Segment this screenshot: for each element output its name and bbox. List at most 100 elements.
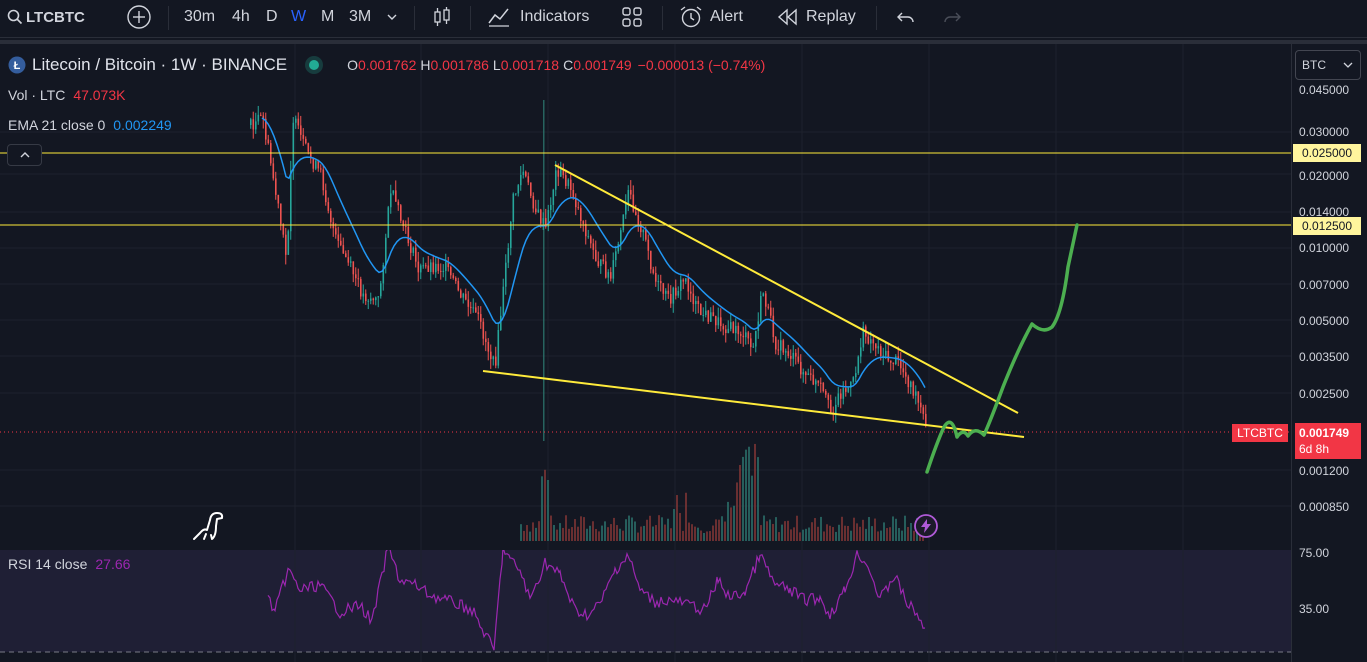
volume-bar bbox=[541, 476, 543, 541]
candle-body bbox=[277, 194, 280, 204]
alert-icon bbox=[680, 6, 702, 28]
close-value: 0.001749 bbox=[573, 57, 632, 73]
symbol-price-tag: LTCBTC bbox=[1232, 424, 1288, 442]
candle-body bbox=[855, 373, 857, 378]
volume-bar bbox=[616, 525, 618, 541]
chart-type-button[interactable] bbox=[430, 0, 454, 34]
collapse-legend-button[interactable] bbox=[7, 144, 42, 166]
candle-body bbox=[582, 221, 585, 224]
volume-bar bbox=[844, 525, 846, 541]
volume-bar bbox=[649, 515, 651, 541]
volume-bar bbox=[880, 530, 882, 541]
ema-legend[interactable]: EMA 21 close 0 0.002249 bbox=[8, 117, 172, 133]
replay-button[interactable]: Replay bbox=[776, 0, 856, 34]
candle-body bbox=[512, 193, 515, 222]
candle-body bbox=[907, 376, 910, 388]
chart-title[interactable]: Litecoin / Bitcoin · 1W · BINANCE bbox=[32, 55, 287, 75]
timeframe-3m[interactable]: 3M bbox=[349, 0, 371, 34]
candle-body bbox=[350, 261, 352, 263]
candle-body bbox=[387, 207, 390, 238]
volume-bar bbox=[715, 519, 717, 541]
lightning-icon[interactable] bbox=[913, 513, 939, 539]
candle-body bbox=[635, 211, 637, 215]
candle-body bbox=[380, 283, 382, 297]
candle-body bbox=[520, 175, 522, 186]
currency-select[interactable]: BTC bbox=[1295, 50, 1361, 80]
candle-body bbox=[307, 143, 310, 152]
volume-bar bbox=[598, 531, 600, 541]
volume-bar bbox=[718, 519, 720, 541]
candle-body bbox=[557, 170, 560, 177]
timeframe-d[interactable]: D bbox=[266, 0, 278, 34]
indicators-button[interactable]: Indicators bbox=[486, 0, 589, 34]
candle-body bbox=[462, 293, 465, 298]
candle-body bbox=[737, 325, 740, 335]
candle-body bbox=[592, 243, 595, 250]
timeframe-w[interactable]: W bbox=[291, 0, 306, 34]
volume-bar bbox=[817, 526, 819, 541]
rsi-tick: 35.00 bbox=[1299, 602, 1330, 616]
candle-body bbox=[637, 214, 640, 225]
alert-button[interactable]: Alert bbox=[678, 0, 743, 34]
candle-body bbox=[672, 287, 675, 304]
candle-body bbox=[777, 349, 780, 351]
candle-body bbox=[595, 249, 597, 262]
price-chart[interactable] bbox=[0, 44, 1291, 550]
candle-body bbox=[682, 279, 685, 282]
volume-bar bbox=[673, 509, 675, 541]
candle-body bbox=[807, 373, 810, 376]
candle-body bbox=[430, 262, 432, 272]
volume-bar bbox=[583, 517, 585, 541]
symbol-search[interactable]: LTCBTC bbox=[6, 0, 85, 34]
rsi-pane[interactable] bbox=[0, 550, 1291, 662]
last-price-label: 0.001749 6d 8h bbox=[1295, 423, 1361, 459]
add-symbol-button[interactable] bbox=[126, 0, 152, 34]
candle-body bbox=[802, 372, 805, 375]
candle-body bbox=[607, 272, 610, 278]
volume-bar bbox=[532, 522, 534, 541]
candle-body bbox=[305, 138, 307, 144]
volume-bar bbox=[826, 524, 828, 541]
candle-body bbox=[600, 259, 602, 266]
price-tick: 0.010000 bbox=[1299, 241, 1350, 255]
candle-body bbox=[662, 283, 665, 294]
candle-body bbox=[687, 278, 690, 292]
candle-body bbox=[400, 205, 402, 221]
volume-bar bbox=[640, 526, 642, 541]
volume-bar bbox=[562, 527, 564, 541]
candle-body bbox=[727, 328, 730, 334]
candle-body bbox=[470, 306, 472, 308]
candle-body bbox=[360, 279, 362, 297]
open-label: O bbox=[347, 57, 358, 73]
volume-bar bbox=[853, 517, 855, 541]
volume-bar bbox=[847, 525, 849, 541]
candle-body bbox=[472, 307, 475, 309]
candle-body bbox=[467, 299, 470, 307]
candle-body bbox=[390, 193, 392, 208]
volume-bar bbox=[781, 524, 783, 541]
rsi-legend[interactable]: RSI 14 close 27.66 bbox=[8, 556, 130, 572]
volume-legend[interactable]: Vol · LTC 47.073K bbox=[8, 87, 125, 103]
volume-bar bbox=[814, 518, 816, 541]
indicators-icon bbox=[488, 8, 509, 27]
candle-body bbox=[552, 189, 555, 205]
volume-bar bbox=[685, 492, 687, 541]
candle-body bbox=[622, 214, 625, 231]
undo-button[interactable] bbox=[894, 0, 918, 34]
volume-bar bbox=[619, 528, 621, 541]
timeframe-dropdown[interactable] bbox=[385, 0, 399, 34]
candle-body bbox=[787, 351, 790, 356]
timeframe-m[interactable]: M bbox=[321, 0, 334, 34]
redo-button[interactable] bbox=[940, 0, 964, 34]
layouts-button[interactable] bbox=[620, 0, 644, 34]
timeframe-30m[interactable]: 30m bbox=[184, 0, 215, 34]
volume-bar bbox=[676, 495, 678, 541]
candle-body bbox=[415, 247, 417, 262]
change-value: −0.000013 (−0.74%) bbox=[637, 57, 766, 73]
candle-body bbox=[760, 295, 762, 322]
timeframe-4h[interactable]: 4h bbox=[232, 0, 250, 34]
candle-body bbox=[282, 224, 285, 235]
chevron-down-icon bbox=[1343, 62, 1353, 68]
candle-body bbox=[555, 170, 557, 190]
candle-body bbox=[690, 291, 692, 294]
